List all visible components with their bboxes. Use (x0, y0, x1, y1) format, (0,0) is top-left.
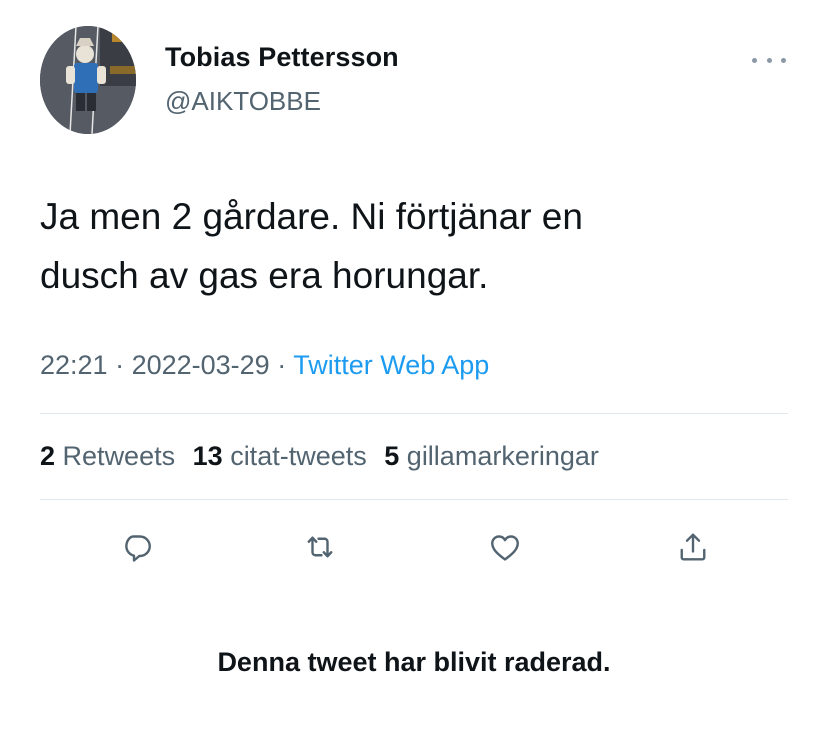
quotes-stat[interactable]: 13 citat-tweets (193, 441, 367, 471)
meta-separator: · (107, 350, 132, 380)
retweet-icon (307, 536, 333, 558)
dot (781, 57, 786, 63)
author-name[interactable]: Tobias Pettersson (165, 42, 399, 73)
tweet-meta: 22:21 · 2022-03-29 · Twitter Web App (40, 350, 489, 381)
tweet-date[interactable]: 2022-03-29 (132, 350, 270, 380)
quotes-count: 13 (192, 441, 223, 471)
retweets-stat[interactable]: 2 Retweets (40, 441, 175, 471)
tweet-text-line: Ja men 2 gårdare. Ni förtjänar en (40, 196, 583, 237)
avatar-figure-icon (40, 26, 136, 134)
action-bar (0, 527, 828, 567)
dot (752, 57, 757, 63)
source-app-link[interactable]: Twitter Web App (293, 350, 489, 380)
avatar[interactable] (40, 26, 136, 134)
quotes-label: citat-tweets (230, 441, 367, 471)
heart-icon (491, 535, 519, 561)
retweet-button[interactable] (300, 527, 340, 567)
tweet-time[interactable]: 22:21 (40, 350, 108, 380)
divider (40, 413, 788, 414)
reply-icon (125, 535, 151, 562)
reply-button[interactable] (117, 527, 157, 567)
retweets-label: Retweets (62, 441, 176, 471)
likes-count: 5 (384, 441, 400, 471)
share-button[interactable] (673, 527, 713, 567)
tweet-text-line: dusch av gas era horungar. (40, 255, 489, 296)
author-handle[interactable]: @AIKTOBBE (165, 86, 321, 117)
retweets-count: 2 (40, 441, 56, 471)
likes-label: gillamarkeringar (406, 441, 599, 471)
tweet-stats: 2 Retweets 13 citat-tweets 5 gillamarker… (40, 441, 609, 472)
deleted-notice: Denna tweet har blivit raderad. (217, 647, 611, 677)
meta-separator: · (269, 350, 294, 380)
like-button[interactable] (485, 527, 525, 567)
tweet-text: Ja men 2 gårdare. Ni förtjänar en dusch … (40, 187, 800, 305)
dot (766, 57, 772, 63)
divider (40, 499, 788, 500)
likes-stat[interactable]: 5 gillamarkeringar (384, 441, 599, 471)
share-icon (680, 533, 706, 561)
more-options-icon[interactable] (752, 48, 786, 72)
